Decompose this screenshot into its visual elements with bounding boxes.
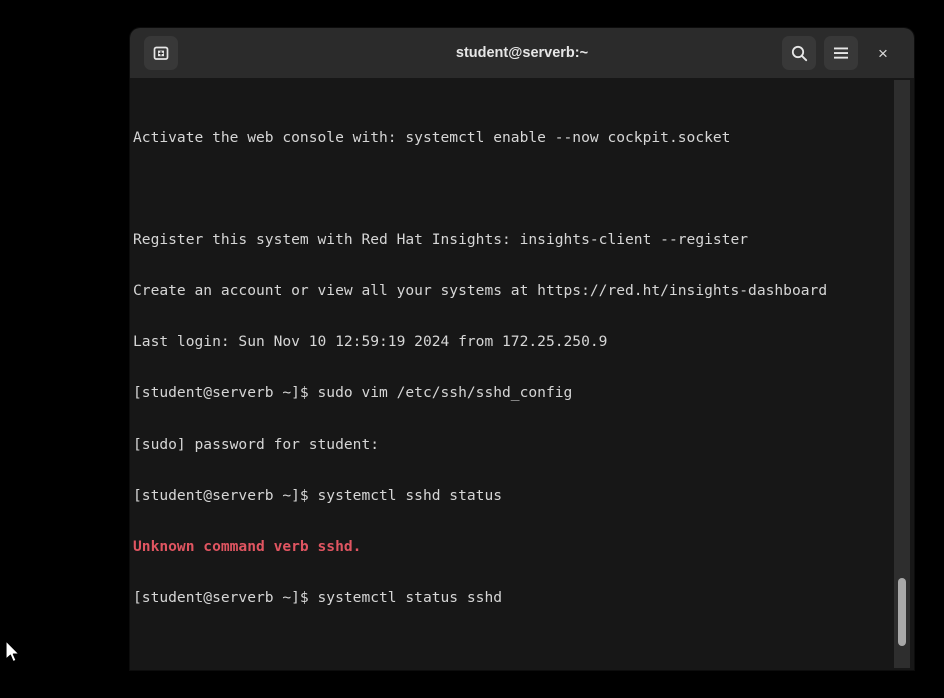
terminal-scrollbar-thumb[interactable] [898, 578, 906, 646]
new-tab-icon [153, 46, 169, 60]
terminal-line: Register this system with Red Hat Insigh… [133, 231, 749, 249]
terminal-line: Activate the web console with: systemctl… [133, 129, 731, 147]
search-icon [791, 45, 807, 61]
titlebar-controls: × [782, 36, 900, 70]
terminal-scrollbar[interactable] [894, 80, 910, 668]
terminal-line: Create an account or view all your syste… [133, 282, 828, 300]
terminal-line-sudo-prompt: [sudo] password for student: [133, 435, 380, 453]
terminal-window: student@serverb:~ × Activate the web con… [130, 28, 914, 670]
menu-button[interactable] [824, 36, 858, 70]
mouse-cursor-icon [5, 640, 20, 663]
terminal-titlebar[interactable]: student@serverb:~ × [130, 28, 914, 78]
terminal-line-error: Unknown command verb sshd. [133, 537, 362, 555]
terminal-line-command: [student@serverb ~]$ systemctl sshd stat… [133, 486, 503, 504]
close-button[interactable]: × [866, 36, 900, 70]
search-button[interactable] [782, 36, 816, 70]
terminal-line: Last login: Sun Nov 10 12:59:19 2024 fro… [133, 333, 608, 351]
close-icon: × [878, 43, 888, 63]
new-tab-button[interactable] [144, 36, 178, 70]
terminal-body[interactable]: Activate the web console with: systemctl… [130, 78, 914, 670]
terminal-line-command: [student@serverb ~]$ systemctl status ss… [133, 588, 503, 606]
hamburger-icon [834, 47, 848, 59]
terminal-line-command: [student@serverb ~]$ sudo vim /etc/ssh/s… [133, 384, 573, 402]
terminal-output: Activate the web console with: systemctl… [133, 78, 914, 670]
